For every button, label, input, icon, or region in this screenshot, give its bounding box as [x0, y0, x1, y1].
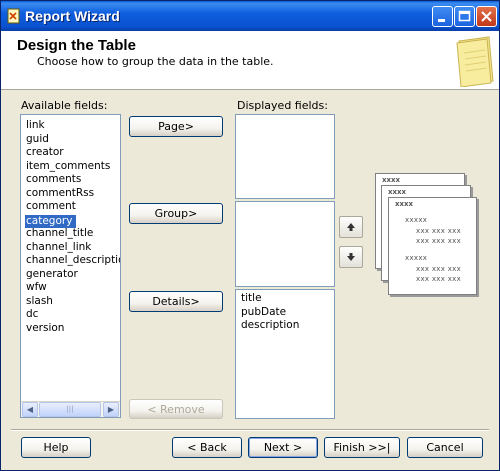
scroll-right-button[interactable]: ▶	[103, 402, 119, 417]
footer-separator	[11, 429, 489, 431]
report-notepad-icon	[456, 36, 494, 87]
available-field-item[interactable]: channel_title	[21, 227, 120, 241]
available-field-item[interactable]: commentRss	[21, 187, 120, 201]
available-field-item[interactable]: generator	[21, 268, 120, 282]
preview-group-label: xxxxx	[405, 216, 428, 224]
cancel-button-label: Cancel	[426, 441, 464, 454]
preview-header-text: xxxx	[388, 188, 407, 196]
available-field-item[interactable]: wfw	[21, 281, 120, 295]
available-field-label: comments	[26, 173, 82, 185]
available-field-label: guid	[26, 132, 49, 145]
displayed-fields-label: Displayed fields:	[237, 99, 328, 112]
title-bar[interactable]: Report Wizard	[1, 1, 499, 31]
available-field-label: version	[26, 321, 65, 334]
preview-row: xxx xxx xxx	[416, 275, 462, 283]
available-field-label: dc	[26, 308, 39, 320]
back-button[interactable]: < Back	[172, 437, 242, 458]
available-field-label: comment	[26, 200, 76, 212]
preview-detail-card: xxxx xxxxx xxx xxx xxx xxx xxx xxx xxxxx…	[388, 197, 477, 295]
scroll-left-button[interactable]: ◀	[22, 402, 38, 417]
available-field-item[interactable]: creator	[21, 146, 120, 160]
group-fields-list[interactable]	[235, 201, 335, 287]
available-fields-list[interactable]: link guid creator item_comments comments comm…	[20, 114, 121, 418]
available-field-label: channel_link	[26, 240, 92, 253]
page-fields-list[interactable]	[235, 114, 335, 199]
available-field-label: generator	[26, 267, 78, 280]
preview-row: xxx xxx xxx	[416, 265, 462, 273]
preview-header-text: xxxx	[395, 200, 414, 208]
available-field-label: wfw	[26, 281, 47, 293]
available-field-item[interactable]: comments	[21, 173, 120, 187]
details-field-item[interactable]: title	[236, 292, 334, 306]
scroll-thumb[interactable]: |||	[39, 402, 101, 417]
details-field-item[interactable]: description	[236, 319, 334, 333]
window-title: Report Wizard	[25, 8, 120, 24]
available-field-item[interactable]: guid	[21, 133, 120, 147]
finish-button[interactable]: Finish >>|	[324, 437, 400, 458]
next-button[interactable]: Next >	[248, 437, 318, 458]
report-wizard-window: Report Wizard Design the Table Choose ho…	[0, 0, 500, 471]
details-field-item[interactable]: pubDate	[236, 306, 334, 320]
wizard-header: Design the Table Choose how to group the…	[1, 31, 499, 90]
finish-button-label: Finish >>|	[333, 441, 391, 454]
preview-row: xxx xxx xxx	[416, 237, 462, 245]
minimize-button[interactable]	[432, 6, 453, 27]
available-field-label: slash	[26, 294, 53, 307]
available-field-item[interactable]: channel_link	[21, 241, 120, 255]
available-field-item[interactable]: item_comments	[21, 160, 120, 174]
back-button-label: < Back	[187, 441, 227, 454]
details-button[interactable]: Details>	[129, 291, 223, 312]
group-button[interactable]: Group>	[129, 203, 223, 224]
page-button[interactable]: Page>	[129, 116, 223, 137]
available-field-label: item_comments	[26, 159, 111, 172]
available-field-item[interactable]: comment	[21, 200, 120, 214]
available-field-item[interactable]: version	[21, 322, 120, 336]
preview-row: xxx xxx xxx	[416, 227, 462, 235]
available-field-label: channel_title	[26, 227, 94, 239]
available-field-item[interactable]: slash	[21, 295, 120, 309]
preview-header-text: xxxx	[382, 176, 401, 184]
page-subtitle: Choose how to group the data in the tabl…	[37, 55, 274, 68]
help-button[interactable]: Help	[21, 437, 91, 458]
available-field-label: link	[26, 119, 45, 131]
remove-button[interactable]: < Remove	[129, 399, 223, 419]
preview-group-label: xxxxx	[405, 254, 428, 262]
move-up-button[interactable]	[339, 216, 363, 238]
maximize-button[interactable]	[454, 6, 475, 27]
available-field-label: creator	[26, 146, 64, 158]
help-button-label: Help	[43, 441, 69, 454]
available-field-item[interactable]: category	[21, 214, 120, 228]
maximize-icon	[458, 10, 471, 22]
report-wizard-icon	[7, 8, 20, 24]
available-field-item[interactable]: link	[21, 119, 120, 133]
details-fields-list[interactable]: title pubDate description	[235, 289, 335, 419]
arrow-up-icon	[347, 223, 355, 231]
available-field-label: channel_description	[26, 254, 121, 266]
close-icon	[481, 11, 492, 22]
available-fields-label: Available fields:	[21, 99, 108, 112]
next-button-label: Next >	[263, 441, 303, 454]
move-down-button[interactable]	[339, 246, 363, 268]
available-fields-hscrollbar[interactable]: ◀ ||| ▶	[21, 401, 120, 417]
cancel-button[interactable]: Cancel	[407, 437, 483, 458]
arrow-down-icon	[347, 253, 355, 261]
page-title: Design the Table	[17, 37, 136, 54]
close-button[interactable]	[476, 6, 497, 27]
available-field-item[interactable]: dc	[21, 308, 120, 322]
available-field-item[interactable]: channel_description	[21, 254, 120, 268]
minimize-icon	[438, 19, 445, 22]
available-field-label: commentRss	[26, 186, 95, 199]
available-field-label: category	[25, 214, 77, 228]
